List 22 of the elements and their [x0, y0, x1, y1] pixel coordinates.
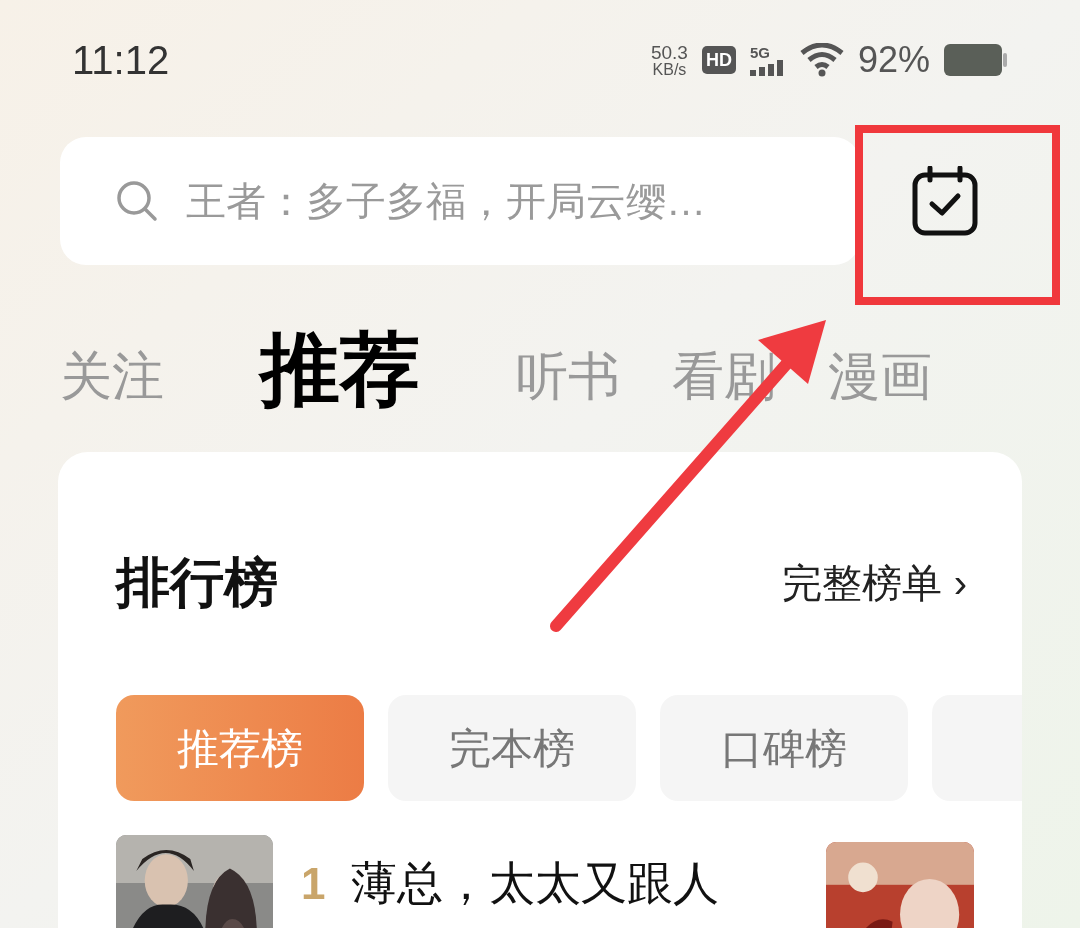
ranking-chip[interactable]: 推荐榜 [116, 695, 364, 801]
search-icon [116, 180, 158, 222]
calendar-check-icon[interactable] [912, 166, 978, 236]
hd-badge: HD [701, 46, 736, 74]
wifi-icon [799, 43, 844, 77]
battery-icon [944, 44, 1008, 76]
tab[interactable]: 推荐 [260, 330, 420, 410]
signal-icon [749, 59, 786, 76]
network-type: 5G [749, 44, 771, 60]
tab[interactable]: 听书 [516, 350, 620, 410]
section-title: 排行榜 [116, 551, 278, 614]
clock-time: 11:12 [72, 37, 170, 84]
tab[interactable]: 漫画 [828, 350, 932, 410]
battery-percent: 92% [857, 38, 930, 82]
tab[interactable]: 关注 [60, 350, 164, 410]
book-title[interactable]: 薄总，太太又跟人 [351, 849, 720, 928]
speed-unit: KB/s [652, 61, 687, 78]
rank-number: 1 [301, 858, 326, 910]
ranking-chip[interactable]: 完本榜 [388, 695, 636, 801]
ranking-chip[interactable]: 口碑榜 [660, 695, 908, 801]
full-list-link[interactable]: 完整榜单 › [781, 552, 967, 613]
network-speed: 50.3 [650, 42, 688, 62]
